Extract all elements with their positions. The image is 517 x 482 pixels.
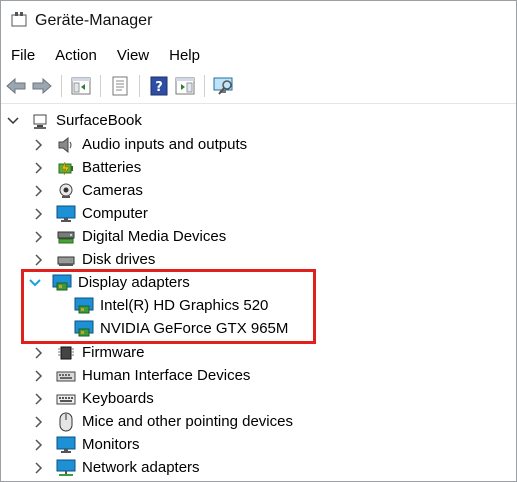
chevron-down-icon[interactable] bbox=[5, 113, 21, 129]
scan-hardware-icon[interactable] bbox=[213, 75, 235, 97]
tree-item-hid[interactable]: Human Interface Devices bbox=[31, 364, 250, 387]
tree-item-batteries[interactable]: Batteries bbox=[31, 156, 141, 179]
svg-text:?: ? bbox=[155, 80, 163, 95]
tree-item-firmware[interactable]: Firmware bbox=[31, 341, 145, 364]
menu-help[interactable]: Help bbox=[167, 47, 210, 64]
window-title: Geräte-Manager bbox=[35, 12, 153, 29]
toolbar-separator bbox=[204, 75, 205, 97]
tree-item-label: Monitors bbox=[82, 436, 140, 453]
chevron-right-icon[interactable] bbox=[31, 160, 47, 176]
chevron-right-icon[interactable] bbox=[31, 345, 47, 361]
tree-item-label: Computer bbox=[82, 205, 148, 222]
computer-root-icon bbox=[29, 111, 51, 131]
title-bar: Geräte-Manager bbox=[1, 1, 516, 41]
chevron-right-icon[interactable] bbox=[31, 414, 47, 430]
menu-file[interactable]: File bbox=[9, 47, 45, 64]
chevron-right-icon[interactable] bbox=[31, 183, 47, 199]
tree-item-label: Mice and other pointing devices bbox=[82, 413, 293, 430]
chevron-right-icon[interactable] bbox=[31, 137, 47, 153]
menu-action[interactable]: Action bbox=[53, 47, 107, 64]
chevron-right-icon[interactable] bbox=[31, 391, 47, 407]
show-action-pane-icon[interactable] bbox=[174, 75, 196, 97]
camera-icon bbox=[55, 181, 77, 201]
tree-item-digital-media[interactable]: Digital Media Devices bbox=[31, 225, 226, 248]
tree-item-label: Audio inputs and outputs bbox=[82, 136, 248, 153]
tree-item-label: Cameras bbox=[82, 182, 143, 199]
monitor-icon bbox=[55, 204, 77, 224]
chevron-right-icon[interactable] bbox=[31, 252, 47, 268]
show-hide-console-tree-icon[interactable] bbox=[70, 75, 92, 97]
back-arrow-icon[interactable] bbox=[5, 75, 27, 97]
tree-item-label: Firmware bbox=[82, 344, 145, 361]
tree-item-keyboards[interactable]: Keyboards bbox=[31, 387, 154, 410]
tree-root-label: SurfaceBook bbox=[56, 112, 142, 129]
hid-icon bbox=[55, 366, 77, 386]
tree-item-label: Human Interface Devices bbox=[82, 367, 251, 384]
speaker-icon bbox=[55, 135, 77, 155]
battery-icon bbox=[55, 158, 77, 178]
disk-drive-icon bbox=[55, 250, 77, 270]
chip-icon bbox=[55, 343, 77, 363]
tree-item-mice[interactable]: Mice and other pointing devices bbox=[31, 410, 293, 433]
chevron-right-icon[interactable] bbox=[31, 460, 47, 476]
tree-item-label: Disk drives bbox=[82, 251, 156, 268]
tree-item-label: Batteries bbox=[82, 159, 142, 176]
chevron-right-icon[interactable] bbox=[31, 229, 47, 245]
tree-item-label: Network adapters bbox=[82, 459, 200, 476]
device-manager-window: Geräte-Manager File Action View Help ? S… bbox=[0, 0, 517, 482]
forward-arrow-icon[interactable] bbox=[31, 75, 53, 97]
toolbar: ? bbox=[1, 69, 516, 104]
toolbar-separator bbox=[139, 75, 140, 97]
menu-bar: File Action View Help bbox=[1, 41, 516, 69]
tree-item-network[interactable]: Network adapters bbox=[31, 456, 200, 479]
tree-item-disk-drives[interactable]: Disk drives bbox=[31, 248, 155, 271]
tree-item-label: Keyboards bbox=[82, 390, 154, 407]
mouse-icon bbox=[55, 412, 77, 432]
properties-icon[interactable] bbox=[109, 75, 131, 97]
keyboard-icon bbox=[55, 389, 77, 409]
app-icon bbox=[11, 11, 27, 32]
network-adapter-icon bbox=[55, 458, 77, 478]
help-icon[interactable]: ? bbox=[148, 75, 170, 97]
media-device-icon bbox=[55, 227, 77, 247]
chevron-right-icon[interactable] bbox=[31, 437, 47, 453]
toolbar-separator bbox=[61, 75, 62, 97]
tree-item-computer[interactable]: Computer bbox=[31, 202, 148, 225]
tree-item-audio[interactable]: Audio inputs and outputs bbox=[31, 133, 247, 156]
tree-node-root[interactable]: SurfaceBook bbox=[5, 109, 142, 132]
monitor-icon bbox=[55, 435, 77, 455]
tree-item-label: Digital Media Devices bbox=[82, 228, 227, 245]
tree-item-cameras[interactable]: Cameras bbox=[31, 179, 143, 202]
menu-view[interactable]: View bbox=[115, 47, 159, 64]
chevron-right-icon[interactable] bbox=[31, 206, 47, 222]
chevron-right-icon[interactable] bbox=[31, 368, 47, 384]
highlight-box bbox=[21, 269, 316, 344]
toolbar-separator bbox=[100, 75, 101, 97]
tree-item-monitors[interactable]: Monitors bbox=[31, 433, 140, 456]
